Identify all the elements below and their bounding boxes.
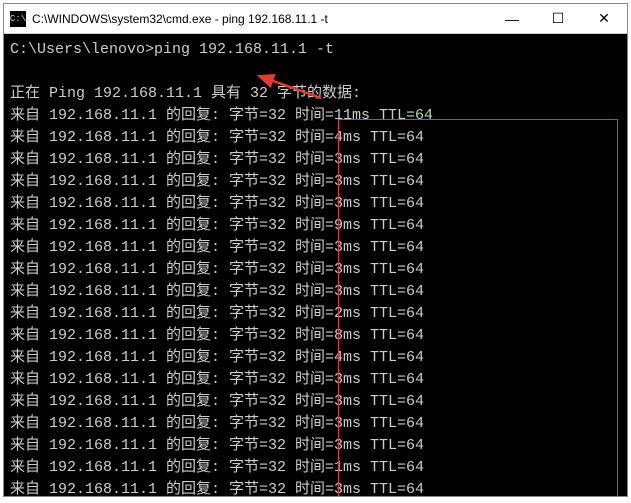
window-title: C:\WINDOWS\system32\cmd.exe - ping 192.1… [32, 12, 489, 26]
ping-replies: 来自 192.168.11.1 的回复: 字节=32 时间=11ms TTL=6… [10, 105, 621, 496]
minimize-button[interactable]: — [489, 4, 535, 33]
ping-reply-line: 来自 192.168.11.1 的回复: 字节=32 时间=4ms TTL=64 [10, 127, 621, 149]
cmd-icon: C:\ [10, 11, 26, 27]
ping-reply-line: 来自 192.168.11.1 的回复: 字节=32 时间=11ms TTL=6… [10, 105, 621, 127]
ping-reply-line: 来自 192.168.11.1 的回复: 字节=32 时间=3ms TTL=64 [10, 369, 621, 391]
ping-reply-line: 来自 192.168.11.1 的回复: 字节=32 时间=1ms TTL=64 [10, 457, 621, 479]
ping-reply-line: 来自 192.168.11.1 的回复: 字节=32 时间=3ms TTL=64 [10, 391, 621, 413]
ping-reply-line: 来自 192.168.11.1 的回复: 字节=32 时间=3ms TTL=64 [10, 413, 621, 435]
maximize-button[interactable]: ☐ [535, 4, 581, 33]
ping-reply-line: 来自 192.168.11.1 的回复: 字节=32 时间=4ms TTL=64 [10, 347, 621, 369]
ping-reply-line: 来自 192.168.11.1 的回复: 字节=32 时间=9ms TTL=64 [10, 215, 621, 237]
ping-reply-line: 来自 192.168.11.1 的回复: 字节=32 时间=3ms TTL=64 [10, 259, 621, 281]
ping-reply-line: 来自 192.168.11.1 的回复: 字节=32 时间=3ms TTL=64 [10, 193, 621, 215]
terminal-output[interactable]: C:\Users\lenovo>ping 192.168.11.1 -t 正在 … [4, 34, 627, 496]
prompt-line: C:\Users\lenovo>ping 192.168.11.1 -t [10, 39, 621, 61]
ping-reply-line: 来自 192.168.11.1 的回复: 字节=32 时间=3ms TTL=64 [10, 237, 621, 259]
ping-reply-line: 来自 192.168.11.1 的回复: 字节=32 时间=8ms TTL=64 [10, 325, 621, 347]
cmd-window: C:\ C:\WINDOWS\system32\cmd.exe - ping 1… [3, 3, 628, 497]
ping-reply-line: 来自 192.168.11.1 的回复: 字节=32 时间=3ms TTL=64 [10, 435, 621, 457]
ping-reply-line: 来自 192.168.11.1 的回复: 字节=32 时间=3ms TTL=64 [10, 149, 621, 171]
titlebar[interactable]: C:\ C:\WINDOWS\system32\cmd.exe - ping 1… [4, 4, 627, 34]
ping-reply-line: 来自 192.168.11.1 的回复: 字节=32 时间=2ms TTL=64 [10, 303, 621, 325]
ping-reply-line: 来自 192.168.11.1 的回复: 字节=32 时间=3ms TTL=64 [10, 171, 621, 193]
close-button[interactable]: ✕ [581, 4, 627, 33]
window-controls: — ☐ ✕ [489, 4, 627, 33]
ping-reply-line: 来自 192.168.11.1 的回复: 字节=32 时间=3ms TTL=64 [10, 281, 621, 303]
ping-header: 正在 Ping 192.168.11.1 具有 32 字节的数据: [10, 83, 621, 105]
ping-reply-line: 来自 192.168.11.1 的回复: 字节=32 时间=3ms TTL=64 [10, 479, 621, 496]
